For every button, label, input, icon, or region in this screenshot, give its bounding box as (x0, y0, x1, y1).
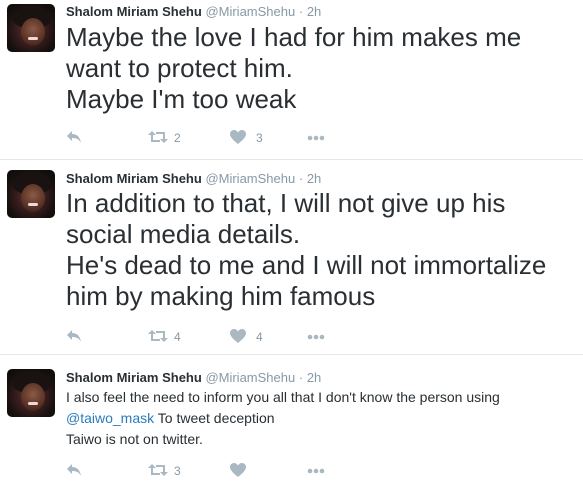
tweet-text: I also feel the need to inform you all t… (66, 387, 500, 450)
tweet-text-line: want to protect him. (66, 53, 293, 83)
tweet-text-line: Maybe the love I had for him makes me (66, 22, 522, 52)
tweet-1[interactable]: Shalom Miriam Shehu @MiriamShehu · 2h Ma… (0, 0, 583, 160)
more-icon (307, 334, 325, 340)
like-count: 3 (256, 131, 263, 145)
tweet-text-line: him by making him famous (66, 281, 376, 311)
tweet-text-line: social media details. (66, 219, 301, 249)
tweet-text: Maybe the love I had for him makes me wa… (66, 22, 521, 115)
tweet-text-fragment: To tweet deception (154, 410, 275, 426)
tweet-text-line: Taiwo is not on twitter. (66, 431, 203, 447)
mention-link[interactable]: @taiwo_mask (66, 410, 154, 426)
tweet-text-line: He's dead to me and I will not immortali… (66, 250, 547, 280)
author-handle[interactable]: @MiriamShehu (205, 4, 295, 19)
separator-dot: · (298, 171, 304, 186)
timestamp[interactable]: 2h (307, 171, 321, 186)
timestamp[interactable]: 2h (307, 4, 321, 19)
heart-icon (230, 463, 246, 477)
tweet-header: Shalom Miriam Shehu @MiriamShehu · 2h (66, 171, 321, 186)
timestamp[interactable]: 2h (307, 370, 321, 385)
reply-icon (67, 131, 81, 143)
retweet-count: 2 (174, 131, 181, 145)
avatar[interactable] (7, 369, 55, 417)
tweet-text-line: I also feel the need to inform you all t… (66, 389, 500, 405)
tweet-text-line: @taiwo_mask To tweet deception (66, 408, 500, 429)
heart-icon (230, 130, 246, 144)
tweet-header: Shalom Miriam Shehu @MiriamShehu · 2h (66, 370, 321, 385)
avatar[interactable] (7, 4, 55, 52)
separator-dot: · (298, 370, 304, 385)
avatar[interactable] (7, 170, 55, 218)
author-handle[interactable]: @MiriamShehu (205, 171, 295, 186)
more-icon (307, 135, 325, 141)
retweet-icon (148, 330, 168, 342)
reply-icon (67, 330, 81, 342)
author-name[interactable]: Shalom Miriam Shehu (66, 171, 202, 186)
tweet-3[interactable]: Shalom Miriam Shehu @MiriamShehu · 2h I … (0, 355, 583, 487)
retweet-icon (148, 131, 168, 143)
retweet-count: 4 (174, 330, 181, 344)
retweet-count: 3 (174, 464, 181, 478)
more-icon (307, 468, 325, 474)
heart-icon (230, 329, 246, 343)
separator-dot: · (298, 4, 304, 19)
author-name[interactable]: Shalom Miriam Shehu (66, 370, 202, 385)
retweet-icon (148, 464, 168, 476)
tweet-header: Shalom Miriam Shehu @MiriamShehu · 2h (66, 4, 321, 19)
tweet-text-line: In addition to that, I will not give up … (66, 188, 506, 218)
reply-icon (67, 464, 81, 476)
author-name[interactable]: Shalom Miriam Shehu (66, 4, 202, 19)
tweet-2[interactable]: Shalom Miriam Shehu @MiriamShehu · 2h In… (0, 160, 583, 355)
author-handle[interactable]: @MiriamShehu (205, 370, 295, 385)
tweet-text-line: Maybe I'm too weak (66, 84, 297, 114)
like-count: 4 (256, 330, 263, 344)
tweet-text: In addition to that, I will not give up … (66, 188, 546, 312)
